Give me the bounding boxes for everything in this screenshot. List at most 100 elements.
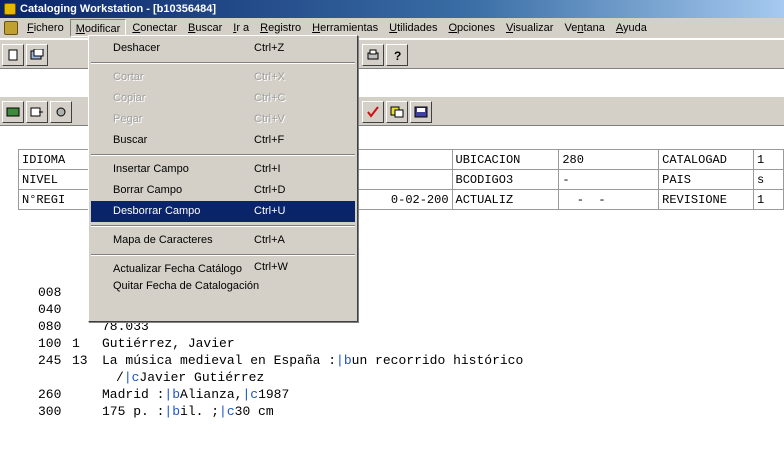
subfield-code: |b	[164, 387, 181, 402]
marc-tag: 080	[38, 319, 62, 334]
marc-field-row[interactable]: 100 1 Gutiérrez, Javier	[38, 335, 523, 352]
menu-item-shortcut: Ctrl+V	[254, 113, 285, 125]
menu-ventana[interactable]: Ventana	[559, 19, 609, 37]
menu-item-borrar-campo[interactable]: Borrar Campo Ctrl+D	[91, 180, 355, 201]
menu-utilidades[interactable]: Utilidades	[384, 19, 442, 37]
menu-item-shortcut: Ctrl+Z	[254, 42, 285, 54]
menu-separator	[91, 251, 355, 259]
marc-tag	[38, 369, 72, 386]
subfield-code: |b	[164, 404, 181, 419]
save-button[interactable]	[410, 101, 432, 123]
marc-tag: 040	[38, 302, 62, 317]
svg-text:?: ?	[394, 49, 401, 61]
menu-item-shortcut: Ctrl+C	[254, 92, 286, 104]
marc-content: Madrid :|bAlianza,|c1987	[102, 387, 290, 402]
open-record-button[interactable]	[26, 44, 48, 66]
field-label: UBICACION	[451, 149, 560, 170]
menu-item-desborrar-campo[interactable]: Desborrar Campo Ctrl+U	[91, 201, 355, 222]
menu-item-shortcut: Ctrl+A	[254, 234, 285, 246]
marc-tag: 260	[38, 387, 62, 402]
menu-item-label: Mapa de Caracteres	[113, 234, 213, 246]
subfield-code: |c	[219, 404, 235, 419]
title-bar: Cataloging Workstation - [b10356484]	[0, 0, 784, 18]
marc-content: /|cJavier Gutiérrez	[116, 370, 265, 385]
menu-item-cortar[interactable]: Cortar Ctrl+X	[91, 67, 355, 88]
menu-item-label: Insertar Campo	[113, 163, 189, 175]
marc-content: Gutiérrez, Javier	[102, 336, 235, 351]
field-label: ACTUALIZ	[451, 189, 560, 210]
menu-separator	[91, 222, 355, 230]
copy-icon	[390, 106, 404, 118]
tools-button[interactable]	[50, 101, 72, 123]
new-record-button[interactable]	[2, 44, 24, 66]
menu-item-shortcut: Ctrl+X	[254, 71, 285, 83]
menu-separator	[91, 59, 355, 67]
field-value[interactable]: 1	[753, 189, 784, 210]
marc-indicators: 1	[72, 336, 80, 351]
marc-content: 175 p. :|bil. ;|c30 cm	[102, 404, 274, 419]
menu-separator	[91, 151, 355, 159]
field-value[interactable]: -	[558, 169, 660, 190]
insert-button[interactable]	[26, 101, 48, 123]
marc-field-row[interactable]: /|cJavier Gutiérrez	[38, 369, 523, 386]
validate-button[interactable]	[362, 101, 384, 123]
marc-indicators: 13	[72, 353, 88, 368]
menu-item-deshacer[interactable]: Deshacer Ctrl+Z	[91, 38, 355, 59]
marc-indicators	[72, 369, 102, 386]
marc-field-row[interactable]: 245 13 La música medieval en España :|bun …	[38, 352, 523, 369]
records-icon	[30, 49, 44, 60]
marc-content: La música medieval en España :|bun recor…	[102, 353, 524, 368]
menu-item-shortcut: Ctrl+F	[254, 134, 285, 146]
menu-item-buscar[interactable]: Buscar Ctrl+F	[91, 130, 355, 151]
subfield-code: |b	[336, 353, 352, 368]
document-icon	[8, 49, 18, 61]
help-button[interactable]: ?	[386, 44, 408, 66]
menu-visualizar[interactable]: Visualizar	[501, 19, 559, 37]
marc-field-row[interactable]: 300 175 p. :|bil. ;|c30 cm	[38, 403, 523, 420]
field-value[interactable]: 1	[753, 149, 784, 170]
modificar-menu: Deshacer Ctrl+Z Cortar Ctrl+X Copiar Ctrl+C Pe…	[88, 35, 358, 322]
menu-item-pegar[interactable]: Pegar Ctrl+V	[91, 109, 355, 130]
menu-item-shortcut: Ctrl+D	[254, 184, 286, 196]
field-label: CATALOGAD	[658, 149, 755, 170]
marc-tag: 300	[38, 404, 62, 419]
menu-item-label: Pegar	[113, 113, 143, 125]
print-button[interactable]	[362, 44, 384, 66]
field-value[interactable]: - -	[558, 189, 660, 210]
subfield-code: |c	[123, 370, 140, 385]
menu-ayuda[interactable]: Ayuda	[611, 19, 652, 37]
edit-button[interactable]	[2, 101, 24, 123]
printer-icon	[367, 49, 379, 60]
marc-indicators	[72, 386, 102, 403]
save-icon	[414, 106, 428, 118]
menu-item-label: Buscar	[113, 134, 148, 146]
menu-item-mapa-de-caracteres[interactable]: Mapa de Caracteres Ctrl+A	[91, 230, 355, 251]
menu-item-label: Borrar Campo	[113, 184, 183, 196]
insert-icon	[30, 107, 43, 117]
menu-item-shortcut: Ctrl+I	[254, 163, 281, 175]
menu-item-actualizar-fecha-cat-logo[interactable]: Actualizar Fecha Catálogo Ctrl+W Quitar Fe…	[91, 259, 355, 297]
marc-indicators	[72, 403, 102, 420]
menu-item-insertar-campo[interactable]: Insertar Campo Ctrl+I	[91, 159, 355, 180]
menu-item-label: Copiar	[113, 92, 146, 104]
marc-tag: 100	[38, 336, 62, 351]
field-value[interactable]: s	[753, 169, 784, 190]
menu-item-shortcut: Ctrl+W	[254, 261, 288, 273]
subfield-code: |c	[242, 387, 259, 402]
checkmark-icon	[367, 106, 379, 118]
window-title: Cataloging Workstation - [b10356484]	[20, 3, 217, 15]
copy-record-button[interactable]	[386, 101, 408, 123]
menu-item-copiar[interactable]: Copiar Ctrl+C	[91, 88, 355, 109]
menu-fichero[interactable]: Fichero	[22, 19, 69, 37]
system-menu-icon[interactable]	[4, 21, 18, 35]
field-label: BCODIGO3	[451, 169, 560, 190]
help-icon: ?	[394, 49, 401, 61]
marc-tag: 245	[38, 353, 62, 368]
menu-item-label: Actualizar Fecha Catálogo	[113, 263, 243, 275]
menu-item-label: Quitar Fecha de Catalogación	[113, 280, 260, 292]
menu-opciones[interactable]: Opciones	[443, 19, 499, 37]
field-label: REVISIONE	[658, 189, 755, 210]
menu-item-label: Desborrar Campo	[113, 205, 201, 217]
field-value[interactable]: 280	[558, 149, 660, 170]
marc-field-row[interactable]: 260 Madrid :|bAlianza,|c1987	[38, 386, 523, 403]
